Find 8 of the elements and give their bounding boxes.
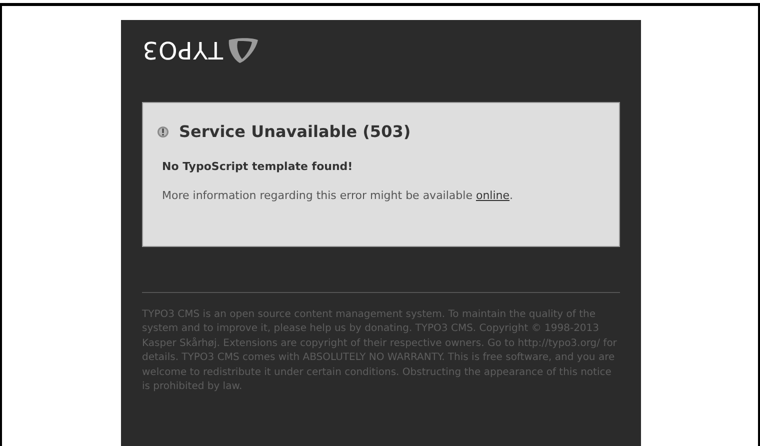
logo[interactable]: TYPO3: [142, 36, 260, 64]
online-link[interactable]: online: [476, 188, 510, 204]
logo-text: TYPO3: [142, 38, 223, 62]
error-info: More information regarding this error might be available: [162, 188, 474, 204]
period-text: .: [510, 188, 514, 204]
error-title: Service Unavailable (503): [179, 121, 411, 143]
warning-icon: [157, 126, 169, 138]
error-message: No TypoScript template found!: [162, 159, 354, 175]
